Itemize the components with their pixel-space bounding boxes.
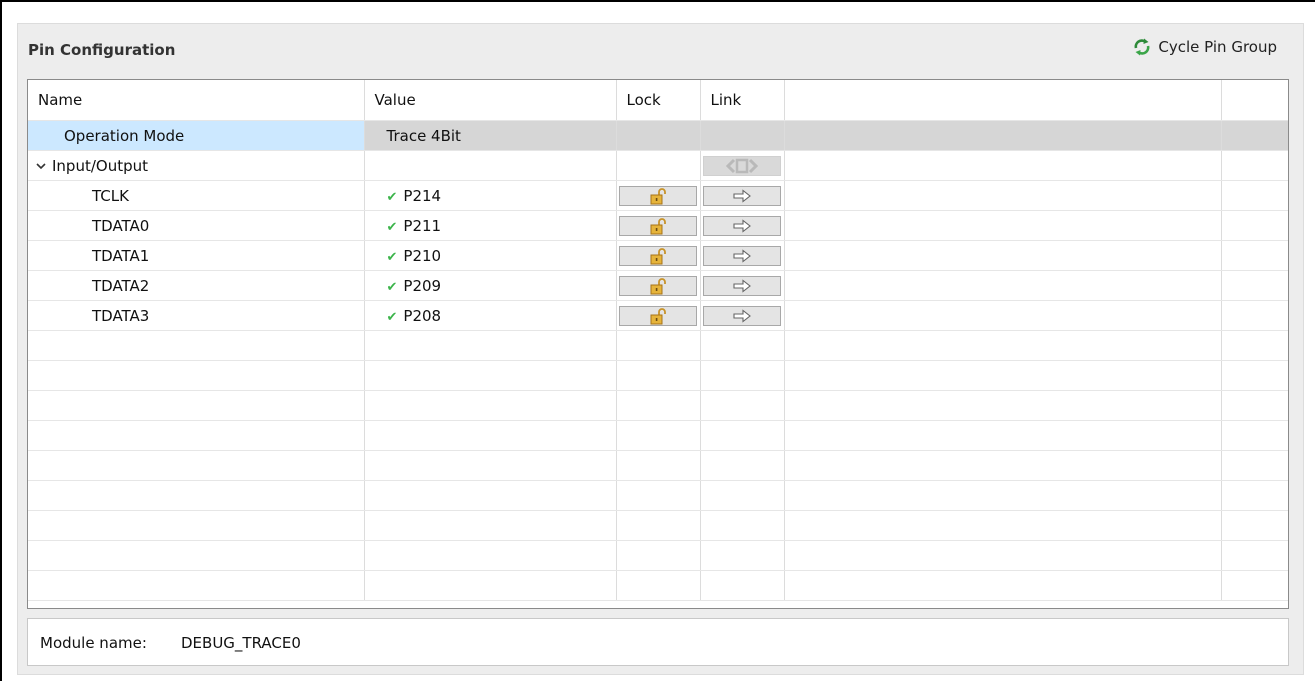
module-name-label: Module name: — [40, 634, 147, 652]
empty-row — [28, 330, 1288, 361]
lock-button[interactable] — [619, 275, 697, 296]
link-button[interactable] — [703, 215, 781, 236]
lock-button[interactable] — [619, 245, 697, 266]
module-info-box: Module name: DEBUG_TRACE0 — [27, 618, 1289, 666]
module-name-value: DEBUG_TRACE0 — [181, 634, 301, 652]
cycle-arrows-icon — [1132, 37, 1152, 57]
empty-row — [28, 360, 1288, 391]
unlocked-padlock-icon — [650, 247, 666, 264]
row-value[interactable]: P209 — [403, 277, 441, 295]
check-icon: ✔ — [386, 219, 398, 235]
column-header-end — [1221, 80, 1288, 121]
group-link-button — [703, 155, 781, 176]
table-row-tdata0[interactable]: TDATA0 ✔ P211 — [28, 210, 1288, 241]
empty-row — [28, 450, 1288, 481]
lock-button[interactable] — [619, 305, 697, 326]
lock-button[interactable] — [619, 215, 697, 236]
table-row-tclk[interactable]: TCLK ✔ P214 — [28, 180, 1288, 211]
chevrons-icon — [725, 158, 759, 173]
right-arrow-icon — [733, 218, 751, 233]
link-button[interactable] — [703, 275, 781, 296]
unlocked-padlock-icon — [650, 307, 666, 324]
column-header-link[interactable]: Link — [700, 80, 785, 121]
row-name: TDATA1 — [92, 246, 150, 265]
row-value[interactable]: Trace 4Bit — [365, 127, 461, 145]
column-header-blank — [784, 80, 1222, 121]
pin-configuration-panel: Pin Configuration Cycle Pin Group Name V… — [17, 23, 1304, 675]
link-button[interactable] — [703, 305, 781, 326]
link-button[interactable] — [703, 185, 781, 206]
unlocked-padlock-icon — [650, 187, 666, 204]
empty-row — [28, 570, 1288, 601]
check-icon: ✔ — [386, 279, 398, 295]
empty-row — [28, 540, 1288, 571]
right-arrow-icon — [733, 278, 751, 293]
row-value[interactable]: P210 — [403, 247, 441, 265]
row-name: TCLK — [92, 186, 129, 205]
right-arrow-icon — [733, 188, 751, 203]
right-arrow-icon — [733, 248, 751, 263]
check-icon: ✔ — [386, 189, 398, 205]
unlocked-padlock-icon — [650, 217, 666, 234]
column-header-name[interactable]: Name — [28, 80, 365, 121]
row-name: TDATA2 — [92, 276, 150, 295]
table-row-tdata1[interactable]: TDATA1 ✔ P210 — [28, 240, 1288, 271]
panel-header: Pin Configuration Cycle Pin Group — [18, 24, 1303, 74]
pin-table: Name Value Lock Link Operation Mode Trac… — [27, 79, 1289, 609]
cycle-pin-group-label: Cycle Pin Group — [1158, 38, 1277, 56]
row-name: TDATA0 — [92, 216, 150, 235]
window-frame: Pin Configuration Cycle Pin Group Name V… — [0, 0, 1315, 681]
empty-row — [28, 510, 1288, 541]
row-value[interactable]: P208 — [403, 307, 441, 325]
empty-row — [28, 480, 1288, 511]
cycle-pin-group-button[interactable]: Cycle Pin Group — [1132, 37, 1277, 57]
row-name: TDATA3 — [92, 306, 150, 325]
panel-title: Pin Configuration — [28, 41, 176, 59]
check-icon: ✔ — [386, 309, 398, 325]
column-header-lock[interactable]: Lock — [616, 80, 701, 121]
row-value[interactable]: P211 — [403, 217, 441, 235]
chevron-down-icon[interactable] — [34, 159, 48, 173]
table-row-tdata2[interactable]: TDATA2 ✔ P209 — [28, 270, 1288, 301]
column-header-value[interactable]: Value — [364, 80, 617, 121]
check-icon: ✔ — [386, 249, 398, 265]
right-arrow-icon — [733, 308, 751, 323]
row-name: Input/Output — [52, 156, 148, 175]
row-name: Operation Mode — [64, 126, 185, 145]
table-header-row: Name Value Lock Link — [28, 80, 1288, 121]
table-row-tdata3[interactable]: TDATA3 ✔ P208 — [28, 300, 1288, 331]
unlocked-padlock-icon — [650, 277, 666, 294]
row-value[interactable]: P214 — [403, 187, 441, 205]
table-row-input-output[interactable]: Input/Output — [28, 150, 1288, 181]
empty-row — [28, 420, 1288, 451]
empty-row — [28, 390, 1288, 421]
table-row-operation-mode[interactable]: Operation Mode Trace 4Bit — [28, 120, 1288, 151]
lock-button[interactable] — [619, 185, 697, 206]
link-button[interactable] — [703, 245, 781, 266]
